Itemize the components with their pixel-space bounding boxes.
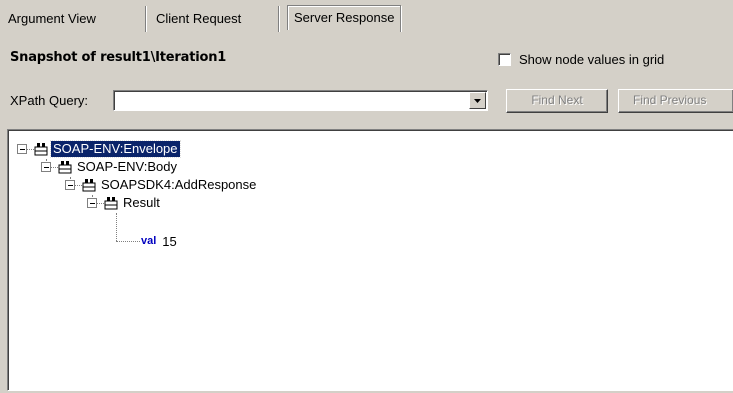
- chevron-down-icon: [474, 98, 481, 103]
- find-next-button[interactable]: Find Next: [506, 89, 608, 113]
- xml-tree-view[interactable]: SOAP-ENV:Envelope SOAP-ENV:Body SOAPSDK4…: [7, 129, 733, 391]
- tree-node-result[interactable]: Result: [87, 194, 162, 212]
- show-node-values-label: Show node values in grid: [519, 52, 665, 67]
- collapse-icon[interactable]: [87, 198, 97, 208]
- element-node-icon: [82, 179, 96, 192]
- collapse-icon[interactable]: [41, 162, 51, 172]
- attribute-value: 15: [162, 233, 177, 249]
- tree-node-label[interactable]: Result: [121, 195, 162, 211]
- element-node-icon: [34, 143, 48, 156]
- xpath-query-label: XPath Query:: [10, 93, 89, 108]
- attribute-name: val: [141, 235, 157, 247]
- tab-client-request[interactable]: Client Request: [146, 6, 279, 32]
- tree-attribute-val[interactable]: val 15: [137, 232, 177, 250]
- collapse-icon[interactable]: [65, 180, 75, 190]
- xpath-query-input[interactable]: [116, 93, 466, 108]
- tree-node-label[interactable]: SOAP-ENV:Body: [75, 159, 179, 175]
- show-node-values-checkbox[interactable]: [498, 53, 511, 66]
- xpath-query-combo[interactable]: [113, 90, 488, 111]
- tree-connector: [27, 148, 34, 150]
- tree-connector: [116, 213, 117, 241]
- element-node-icon: [104, 197, 118, 210]
- tab-bar: Argument View Client Request Server Resp…: [0, 0, 733, 36]
- tree-node-envelope[interactable]: SOAP-ENV:Envelope: [17, 140, 181, 158]
- tree-node-body[interactable]: SOAP-ENV:Body: [41, 158, 179, 176]
- tree-node-label[interactable]: SOAPSDK4:AddResponse: [99, 177, 258, 193]
- tab-divider: [400, 6, 401, 32]
- tab-server-response[interactable]: Server Response: [287, 5, 402, 30]
- find-previous-button[interactable]: Find Previous: [618, 89, 733, 113]
- element-node-icon: [58, 161, 72, 174]
- tree-connector: [97, 202, 104, 204]
- show-node-values-option[interactable]: Show node values in grid: [498, 52, 664, 67]
- xpath-dropdown-button[interactable]: [469, 92, 486, 109]
- tree-connector: [75, 184, 82, 186]
- tree-node-addresponse[interactable]: SOAPSDK4:AddResponse: [65, 176, 258, 194]
- tree-node-label[interactable]: SOAP-ENV:Envelope: [50, 140, 181, 158]
- tree-connector: [51, 166, 58, 168]
- tab-argument-view[interactable]: Argument View: [0, 6, 146, 32]
- snapshot-title: Snapshot of result1\Iteration1: [10, 50, 227, 65]
- collapse-icon[interactable]: [17, 144, 27, 154]
